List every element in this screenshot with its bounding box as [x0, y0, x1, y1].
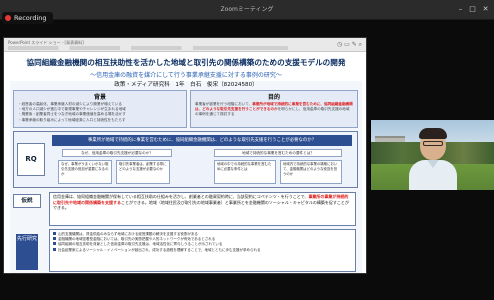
record-dot-icon — [5, 15, 11, 21]
prior-research-label: 先行研究 — [16, 234, 38, 270]
prior-item-text: 社会起業家によるソーシャル・イノベーションが創出され、成功する過程を理解すること… — [58, 247, 261, 252]
hypothesis-section: 仮説 先行研究 信用金庫は、協同組織金融機関が保有している相互扶助の仕組みを活か… — [13, 192, 358, 272]
glasses-icon — [423, 141, 443, 146]
rq-sub-question: なぜ、事業がうまくいかない取引先支援の役割が重要になるのか — [58, 160, 112, 184]
bullet-icon — [53, 242, 56, 246]
slide-title-area: 協同組織金融機関の相互扶助性を活かした地域と取引先の関係構築のための支援モデルの… — [10, 54, 362, 81]
rq-sub-question: 地域内で持続的な事業の構築において、金融機関はどのような役割を担うのか — [280, 160, 342, 184]
ribbon — [8, 46, 288, 50]
app-toolbar: PowerPoint スライド ショー - [発表資料] ◷ ▭ ✎ ⌕ — [4, 38, 366, 52]
participant-figure — [407, 128, 459, 190]
slide-title: 協同組織金融機関の相互扶助性を活かした地域と取引先の関係構築のための支援モデルの… — [26, 58, 346, 67]
title-bar: Zoomミーティング – □ ✕ — [0, 0, 494, 20]
bullet-icon — [53, 237, 56, 241]
window-title: Zoomミーティング — [220, 6, 274, 13]
prior-research-list: 山的支援機関は、資金供給のみならず地域における経営課題の解決を支援する役割がある… — [49, 229, 356, 272]
rq-sub-left: なぜ、信用金庫の取引先支援が必要なのか？ — [62, 149, 172, 157]
aim-heading: 目的 — [267, 94, 280, 101]
bullet-icon — [53, 232, 56, 235]
background-heading: 背景 — [93, 94, 106, 101]
hypothesis-text: 信用金庫は、協同組織金融機関が保有している相互扶助の仕組みを活かし、創業者との融… — [49, 192, 356, 226]
list-item: 社会起業家によるソーシャル・イノベーションが創出され、成功する過程を理解すること… — [53, 247, 352, 253]
research-question-section: RQ 事業所が地域で持続的に事業を営むために、協同組織金融機関は、どのような取引… — [13, 131, 358, 188]
zoom-window: Zoomミーティング – □ ✕ Recording PowerPoint スラ… — [0, 0, 494, 300]
participant-video[interactable] — [370, 120, 494, 190]
rq-sub-question: 取引先事業者は、創業する際にどのような支援が必要なのか — [116, 160, 170, 184]
maximize-icon[interactable]: □ — [468, 5, 477, 14]
bullet-icon — [53, 247, 56, 251]
shared-screen: PowerPoint スライド ショー - [発表資料] ◷ ▭ ✎ ⌕ 協同組… — [3, 37, 367, 274]
background-line: ・事業承継の取り組みによって地域経済に人口と持続性をもたらす — [18, 117, 126, 122]
prior-item-text: 山的支援機関は、資金供給のみならず地域における経営課題の解決を支援する役割がある — [58, 232, 198, 236]
prior-item-text: 金融機関の地域密着型金融においては、取引先の実態把握や人的ネットワークが有効であ… — [58, 237, 216, 242]
recording-label: Recording — [14, 14, 47, 22]
recording-indicator[interactable]: Recording — [2, 12, 53, 24]
prior-item-text: 協同組織の相互扶助を背景とした信用金庫の取引先支援は、地域活性化に寄与しうること… — [58, 242, 223, 247]
participant-hair — [419, 128, 447, 139]
hypothesis-label: 仮説 — [13, 194, 41, 208]
rq-sub-right: 地域で持続的な事業を営むための要件とは？ — [214, 149, 342, 157]
slide-subtitle: ～信用金庫の融資を媒介にして行う事業承継支援に対する事例の研究～ — [90, 72, 282, 79]
aim-text: 事業者が創業を行う段階において、 — [195, 102, 253, 106]
aim-box: 目的 事業者が創業を行う段階において、事業所が地域で持続的に事業を営むために、協… — [190, 90, 358, 128]
toolbar-icons[interactable]: ◷ ▭ ✎ ⌕ — [337, 41, 362, 49]
background-box: 背景 ・経営者の高齢化、事業承継人材の減少により廃業が増えている ・地方の人口減… — [13, 90, 187, 128]
minimize-icon[interactable]: – — [456, 5, 465, 14]
close-icon[interactable]: ✕ — [481, 5, 490, 14]
slide-author: 政策・メディア研究科 1年 白石 俊宋（82024580） — [114, 82, 258, 88]
rq-main-question: 事業所が地域で持続的に事業を営むために、協同組織金融機関は、どのような取引先支援… — [52, 135, 352, 146]
presentation-slide: 協同組織金融機関の相互扶助性を活かした地域と取引先の関係構築のための支援モデルの… — [10, 54, 362, 273]
rq-label: RQ — [17, 143, 45, 176]
background-body: ・経営者の高齢化、事業承継人材の減少により廃業が増えている ・地方の人口減少が進… — [14, 101, 186, 124]
aim-body: 事業者が創業を行う段階において、事業所が地域で持続的に事業を営むために、協同組織… — [191, 101, 357, 119]
rq-sub-question: 地域の中での持続的な事業を営むために必要な条件とは — [214, 160, 276, 184]
hypothesis-body: 信用金庫は、協同組織金融機関が保有している相互扶助の仕組みを活かし、創業者との融… — [53, 194, 309, 199]
